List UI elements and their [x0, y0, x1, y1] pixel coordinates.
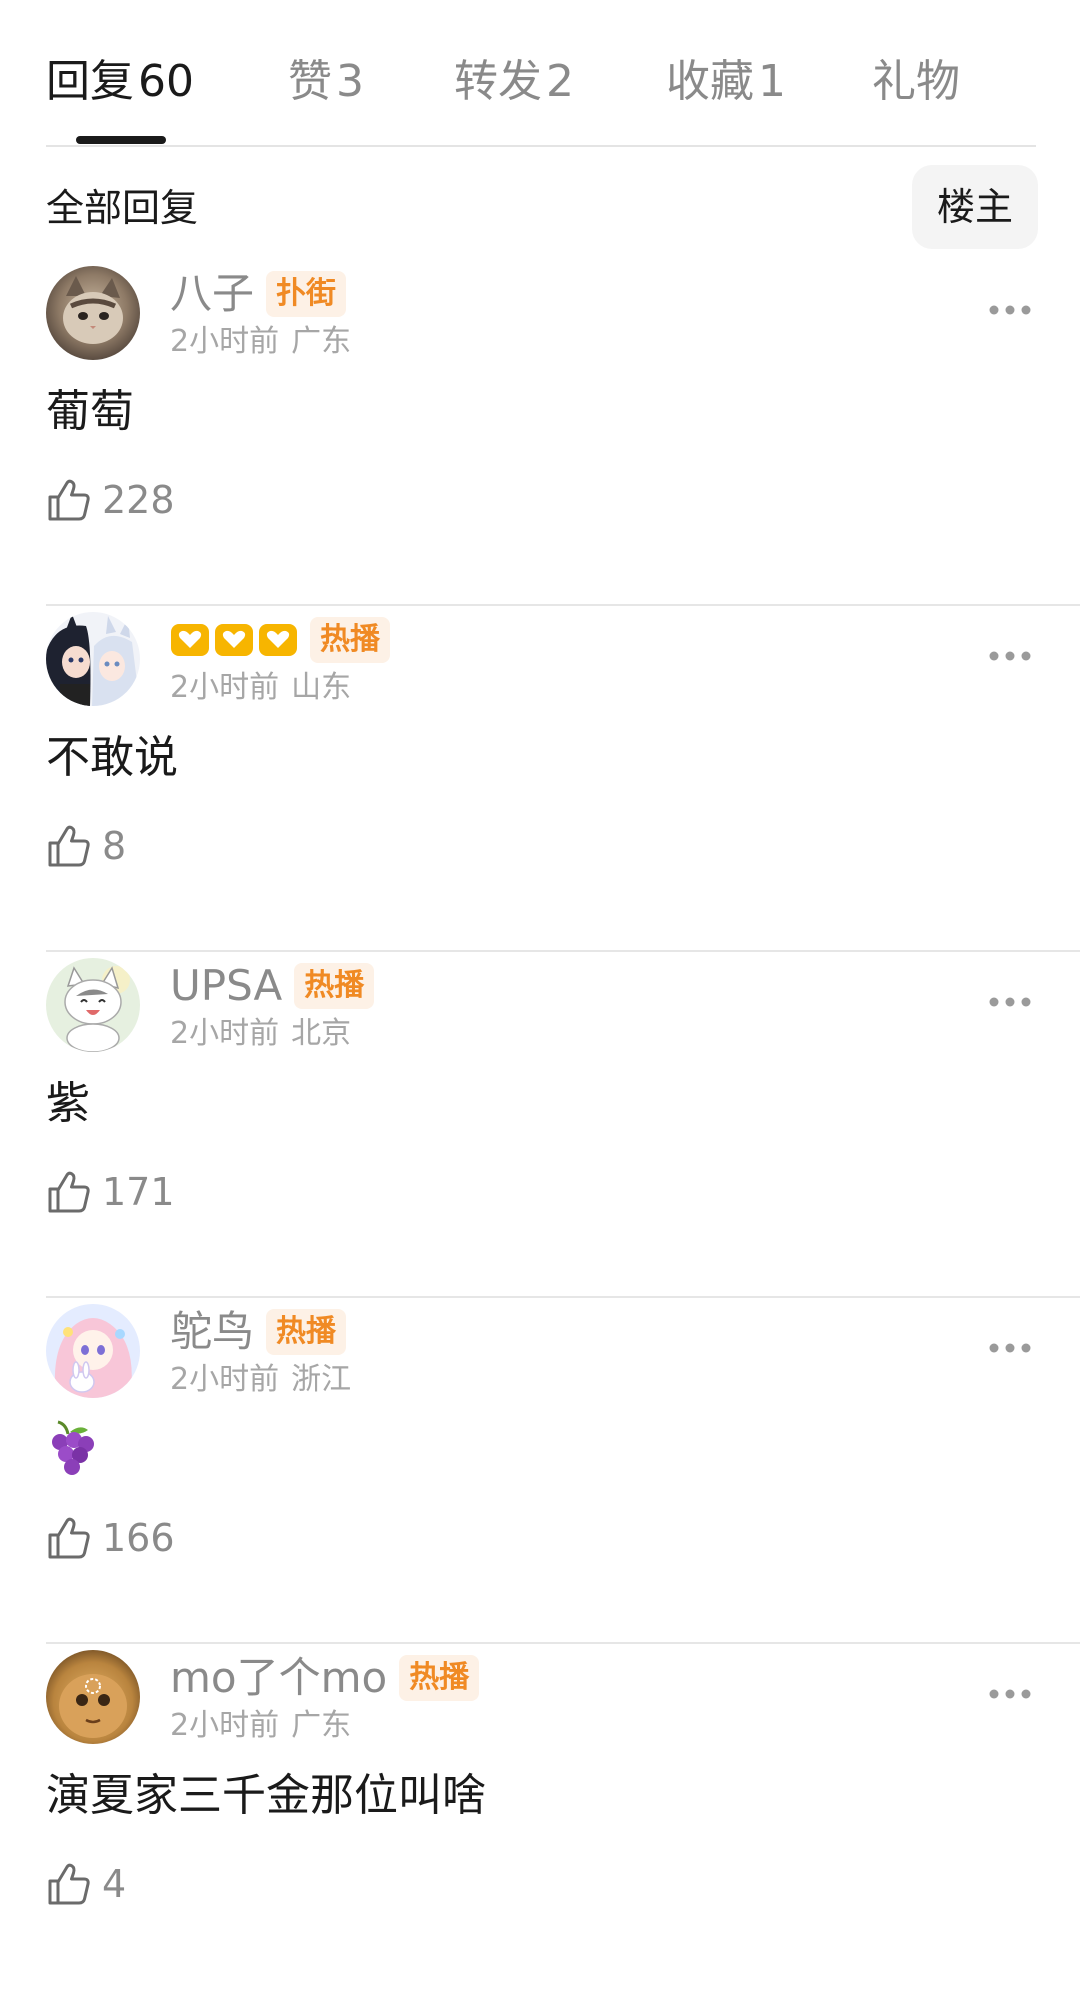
more-options-icon[interactable]: [986, 298, 1034, 322]
comment-author-row: 热播: [170, 612, 390, 668]
loading-face-icon[interactable]: [46, 1650, 140, 1744]
thumbs-up-icon: [46, 477, 92, 523]
tab-count: 3: [336, 56, 364, 107]
tab-favorites[interactable]: 收藏1: [666, 50, 786, 114]
comment-time: 2小时前: [170, 1016, 280, 1051]
comment-time: 2小时前: [170, 1708, 280, 1743]
comment-time: 2小时前: [170, 1362, 280, 1397]
comment-text: 葡萄: [46, 386, 134, 437]
comment-location: 广东: [291, 324, 352, 359]
comment-item: 八子 扑街 2小时前 广东 葡萄 228: [0, 260, 1080, 606]
more-options-icon[interactable]: [986, 644, 1034, 668]
tab-count: 2: [546, 56, 574, 107]
more-options-icon[interactable]: [986, 1682, 1034, 1706]
anime-couple-icon[interactable]: [46, 612, 140, 706]
comment-item: 热播 2小时前 山东 不敢说 8: [0, 606, 1080, 952]
user-badge: 热播: [294, 963, 375, 1009]
thumbs-up-icon: [46, 1515, 92, 1561]
like-count: 4: [102, 1862, 127, 1906]
comment-text: 不敢说: [46, 732, 178, 783]
section-title: 全部回复: [46, 186, 199, 230]
cartoon-cat-icon[interactable]: [46, 958, 140, 1052]
like-button[interactable]: 166: [46, 1510, 175, 1566]
like-count: 8: [102, 824, 127, 868]
tab-bar: 回复60 赞3 转发2 收藏1 礼物: [46, 0, 1036, 146]
tab-label: 赞: [288, 56, 332, 107]
comment-text: 演夏家三千金那位叫啥: [46, 1770, 486, 1821]
thumbs-up-icon: [46, 1861, 92, 1907]
active-tab-indicator: [76, 136, 166, 144]
more-options-icon[interactable]: [986, 1336, 1034, 1360]
thumbs-up-icon: [46, 823, 92, 869]
like-count: 171: [102, 1170, 175, 1214]
more-options-icon[interactable]: [986, 990, 1034, 1014]
comment-text: 紫: [46, 1078, 90, 1129]
tab-count: 1: [758, 56, 786, 107]
comment-item: 鸵鸟 热播 2小时前浙江 🍇: [0, 1298, 1080, 1644]
comment-item: UPSA 热播 2小时前 北京 紫 171: [0, 952, 1080, 1298]
like-button[interactable]: 228: [46, 472, 175, 528]
comment-time: 2小时前: [170, 670, 280, 705]
tab-label: 收藏: [666, 56, 754, 107]
like-count: 228: [102, 478, 175, 522]
tab-likes[interactable]: 赞3: [288, 50, 364, 114]
comment-location: 北京: [291, 1016, 352, 1051]
tab-label: 转发: [454, 56, 542, 107]
tab-gifts[interactable]: 礼物: [872, 50, 960, 114]
thumbs-up-icon: [46, 1169, 92, 1215]
tab-label: 回复: [46, 56, 134, 107]
like-count: 166: [102, 1516, 175, 1560]
comment-meta: 2小时前 山东: [170, 666, 351, 710]
like-button[interactable]: 4: [46, 1856, 126, 1912]
comment-meta: 2小时前 北京: [170, 1012, 351, 1056]
tab-reposts[interactable]: 转发2: [454, 50, 574, 114]
comment-author-row: 鸵鸟 热播: [170, 1304, 347, 1360]
grapes-icon: [52, 1420, 94, 1475]
comment-meta: 2小时前 浙江: [170, 1358, 351, 1402]
comment-list: 八子 扑街 2小时前 广东 葡萄 228 热播 2小时前 山东 不敢说 8 UP…: [0, 260, 1080, 1990]
comment-time: 2小时前: [170, 324, 280, 359]
user-badge: 热播: [310, 617, 390, 663]
heart-hands-icon[interactable]: [170, 622, 298, 658]
comment-location: 山东: [291, 670, 352, 705]
comment-text: 🍇: [46, 1418, 98, 1480]
tab-label: 礼物: [872, 56, 960, 107]
comment-location: 广东: [291, 1708, 352, 1743]
cat-photo-icon[interactable]: [46, 266, 140, 360]
username[interactable]: 八子: [170, 266, 254, 322]
comment-meta: 2小时前 广东: [170, 1704, 351, 1748]
comment-author-row: 八子 扑街: [170, 266, 347, 322]
username[interactable]: 鸵鸟: [170, 1304, 254, 1360]
tabs-divider: [46, 145, 1036, 147]
comment-meta: 2小时前 广东: [170, 320, 351, 364]
tab-replies[interactable]: 回复60: [46, 50, 194, 114]
comment-author-row: UPSA 热播: [170, 958, 375, 1014]
username[interactable]: UPSA: [170, 958, 282, 1014]
comment-item: mo了个mo 热播 2小时前 广东 演夏家三千金那位叫啥 4: [0, 1644, 1080, 1990]
tab-count: 60: [138, 56, 194, 107]
comment-author-row: mo了个mo 热播: [170, 1650, 480, 1706]
user-badge: 热播: [399, 1655, 480, 1701]
comment-location: 浙江: [291, 1362, 352, 1397]
like-button[interactable]: 8: [46, 818, 126, 874]
user-badge: 扑街: [266, 271, 347, 317]
anime-girl-bunny-icon[interactable]: [46, 1304, 140, 1398]
op-only-filter-button[interactable]: 楼主: [912, 165, 1038, 249]
username[interactable]: mo了个mo: [170, 1650, 387, 1706]
user-badge: 热播: [266, 1309, 347, 1355]
like-button[interactable]: 171: [46, 1164, 175, 1220]
